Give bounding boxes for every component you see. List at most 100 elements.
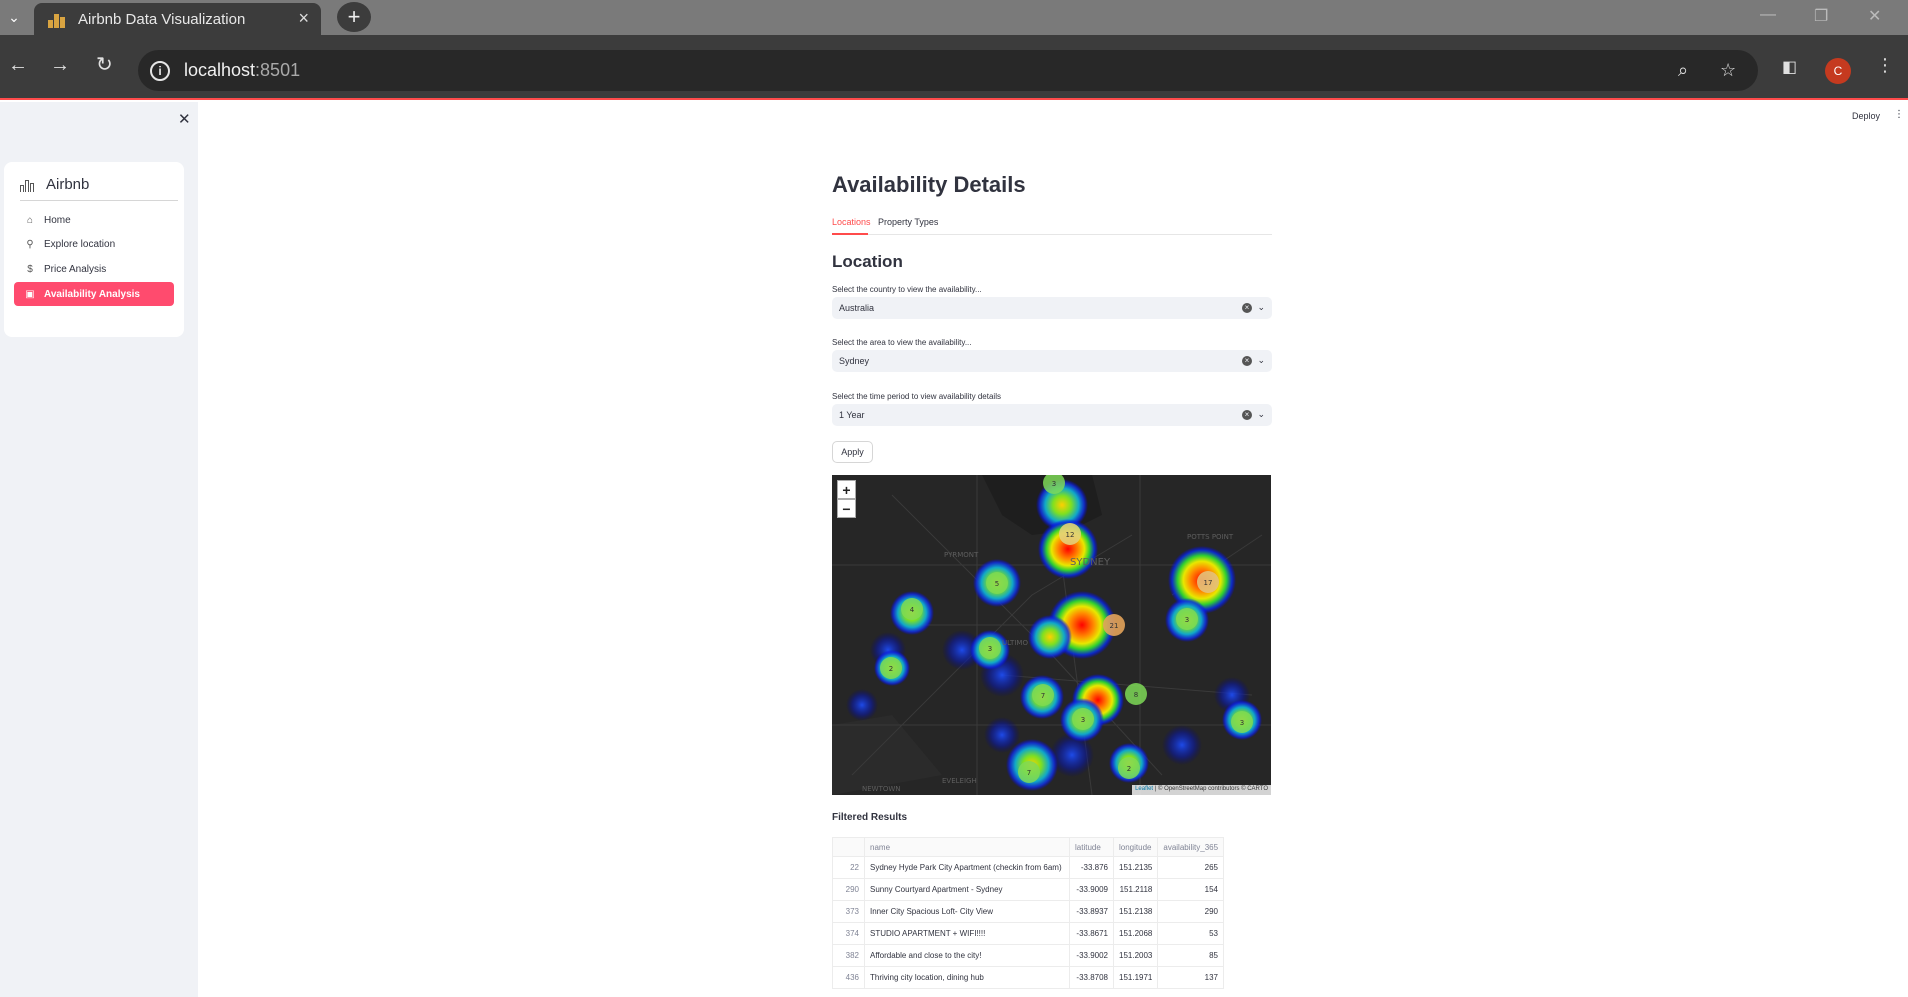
cell-longitude[interactable]: 151.2118 bbox=[1112, 878, 1159, 901]
cluster-marker[interactable]: 12 bbox=[1059, 523, 1081, 545]
chevron-down-icon[interactable]: ⌄ bbox=[1257, 355, 1265, 366]
cell-latitude[interactable]: -33.9002 bbox=[1069, 944, 1114, 967]
map-attribution: Leaflet | © OpenStreetMap contributors ©… bbox=[1132, 785, 1271, 795]
sidebar-item-price-analysis[interactable]: $ Price Analysis bbox=[14, 257, 174, 281]
tab-property-types[interactable]: Property Types bbox=[878, 217, 938, 235]
cluster-marker[interactable]: 8 bbox=[1125, 683, 1147, 705]
cluster-marker[interactable]: 3 bbox=[1072, 708, 1094, 730]
column-header-name[interactable]: name bbox=[864, 837, 1070, 857]
url-text[interactable]: localhost:8501 bbox=[184, 60, 300, 81]
back-icon[interactable]: ← bbox=[8, 55, 28, 75]
cell-name[interactable]: Inner City Spacious Loft- City View bbox=[864, 900, 1070, 923]
cluster-marker[interactable]: 2 bbox=[880, 657, 902, 679]
tab-title: Airbnb Data Visualization bbox=[78, 10, 246, 28]
restore-icon[interactable]: ❐ bbox=[1814, 6, 1828, 26]
sidebar-item-explore-location[interactable]: ⚲ Explore location bbox=[14, 232, 174, 256]
cell-name[interactable]: Sunny Courtyard Apartment - Sydney bbox=[864, 878, 1070, 901]
area-select[interactable]: Sydney × ⌄ bbox=[832, 350, 1272, 372]
table-row[interactable]: 436 Thriving city location, dining hub -… bbox=[832, 966, 1224, 989]
cell-latitude[interactable]: -33.8937 bbox=[1069, 900, 1114, 923]
forward-icon[interactable]: → bbox=[50, 55, 70, 75]
results-table[interactable]: name latitude longitude availability_365… bbox=[832, 837, 1224, 989]
row-index: 374 bbox=[832, 922, 865, 945]
option-menu: Airbnb ⌂ Home ⚲ Explore location $ Price… bbox=[4, 162, 184, 337]
cell-latitude[interactable]: -33.9009 bbox=[1069, 878, 1114, 901]
cell-latitude[interactable]: -33.8708 bbox=[1069, 966, 1114, 989]
minimize-icon[interactable]: — bbox=[1760, 6, 1776, 24]
close-tab-icon[interactable]: × bbox=[298, 9, 309, 27]
heatmap-map[interactable]: PYRMONT SYDNEY POTTS POINT ULTIMO NEWTOW… bbox=[832, 475, 1271, 795]
chevron-down-icon[interactable]: ⌄ bbox=[1257, 409, 1265, 420]
cell-availability[interactable]: 154 bbox=[1157, 878, 1224, 901]
cell-longitude[interactable]: 151.2135 bbox=[1112, 856, 1159, 879]
clear-icon[interactable]: × bbox=[1242, 356, 1252, 366]
table-row[interactable]: 374 STUDIO APARTMENT + WIFI!!!! -33.8671… bbox=[832, 922, 1224, 945]
close-sidebar-icon[interactable]: ✕ bbox=[178, 110, 191, 128]
cell-latitude[interactable]: -33.876 bbox=[1069, 856, 1114, 879]
column-header-latitude[interactable]: latitude bbox=[1069, 837, 1114, 857]
tab-locations[interactable]: Locations bbox=[832, 217, 871, 235]
tab-search-chevron-icon[interactable]: ⌄ bbox=[0, 0, 28, 35]
cell-longitude[interactable]: 151.2068 bbox=[1112, 922, 1159, 945]
cell-availability[interactable]: 85 bbox=[1157, 944, 1224, 967]
sidebar-item-home[interactable]: ⌂ Home bbox=[14, 208, 174, 232]
main-menu-icon[interactable]: ⋮ bbox=[1894, 109, 1904, 120]
bookmark-star-icon[interactable]: ☆ bbox=[1720, 60, 1736, 81]
country-select[interactable]: Australia × ⌄ bbox=[832, 297, 1272, 319]
profile-avatar[interactable]: C bbox=[1825, 58, 1851, 84]
browser-tab[interactable]: Airbnb Data Visualization × bbox=[34, 3, 321, 35]
cluster-marker[interactable]: 3 bbox=[979, 637, 1001, 659]
chevron-down-icon[interactable]: ⌄ bbox=[1257, 302, 1265, 313]
address-bar[interactable]: i localhost:8501 ⌕ ☆ bbox=[138, 50, 1758, 91]
cell-longitude[interactable]: 151.1971 bbox=[1112, 966, 1159, 989]
cell-longitude[interactable]: 151.2138 bbox=[1112, 900, 1159, 923]
apply-button[interactable]: Apply bbox=[832, 441, 873, 463]
cluster-marker[interactable]: 17 bbox=[1197, 571, 1219, 593]
cell-name[interactable]: STUDIO APARTMENT + WIFI!!!! bbox=[864, 922, 1070, 945]
zoom-in-button[interactable]: + bbox=[837, 480, 856, 499]
clear-icon[interactable]: × bbox=[1242, 303, 1252, 313]
cluster-marker[interactable]: 3 bbox=[1231, 711, 1253, 733]
column-header-longitude[interactable]: longitude bbox=[1112, 837, 1159, 857]
table-row[interactable]: 373 Inner City Spacious Loft- City View … bbox=[832, 900, 1224, 923]
cluster-marker[interactable]: 7 bbox=[1018, 761, 1040, 783]
leaflet-link[interactable]: Leaflet bbox=[1135, 786, 1153, 792]
new-tab-button[interactable]: + bbox=[337, 2, 371, 32]
cluster-marker[interactable]: 3 bbox=[1176, 608, 1198, 630]
cluster-marker[interactable]: 5 bbox=[986, 572, 1008, 594]
reload-icon[interactable]: ↻ bbox=[96, 55, 113, 75]
window-close-icon[interactable]: ✕ bbox=[1868, 6, 1881, 26]
cluster-marker[interactable]: 7 bbox=[1032, 684, 1054, 706]
sidebar-item-availability-analysis[interactable]: ▣ Availability Analysis bbox=[14, 282, 174, 306]
deploy-button[interactable]: Deploy bbox=[1852, 111, 1880, 121]
browser-toolbar: ← → ↻ i localhost:8501 ⌕ ☆ ◧ ⋮ bbox=[0, 35, 1908, 100]
cell-availability[interactable]: 265 bbox=[1157, 856, 1224, 879]
cluster-marker[interactable]: 4 bbox=[901, 598, 923, 620]
cell-availability[interactable]: 53 bbox=[1157, 922, 1224, 945]
table-row[interactable]: 22 Sydney Hyde Park City Apartment (chec… bbox=[832, 856, 1224, 879]
map-canvas[interactable]: PYRMONT SYDNEY POTTS POINT ULTIMO NEWTOW… bbox=[832, 475, 1271, 795]
zoom-out-button[interactable]: − bbox=[837, 499, 856, 518]
site-info-icon[interactable]: i bbox=[150, 60, 170, 81]
area-select-value: Sydney bbox=[839, 356, 870, 366]
period-select[interactable]: 1 Year × ⌄ bbox=[832, 404, 1272, 426]
column-header-availability[interactable]: availability_365 bbox=[1157, 837, 1224, 857]
cell-availability[interactable]: 137 bbox=[1157, 966, 1224, 989]
cell-name[interactable]: Thriving city location, dining hub bbox=[864, 966, 1070, 989]
cell-longitude[interactable]: 151.2003 bbox=[1112, 944, 1159, 967]
building-icon bbox=[20, 178, 36, 192]
place-label-eveleigh: EVELEIGH bbox=[942, 777, 977, 785]
cell-name[interactable]: Sydney Hyde Park City Apartment (checkin… bbox=[864, 856, 1070, 879]
cluster-marker[interactable]: 2 bbox=[1118, 757, 1140, 779]
table-row[interactable]: 382 Affordable and close to the city! -3… bbox=[832, 944, 1224, 967]
cell-latitude[interactable]: -33.8671 bbox=[1069, 922, 1114, 945]
cell-name[interactable]: Affordable and close to the city! bbox=[864, 944, 1070, 967]
side-panel-icon[interactable]: ◧ bbox=[1782, 57, 1797, 77]
cluster-marker[interactable]: 21 bbox=[1103, 614, 1125, 636]
zoom-icon[interactable]: ⌕ bbox=[1678, 60, 1688, 81]
clear-icon[interactable]: × bbox=[1242, 410, 1252, 420]
table-row[interactable]: 290 Sunny Courtyard Apartment - Sydney -… bbox=[832, 878, 1224, 901]
cell-availability[interactable]: 290 bbox=[1157, 900, 1224, 923]
svg-text:3: 3 bbox=[1081, 716, 1085, 724]
chrome-menu-icon[interactable]: ⋮ bbox=[1876, 55, 1894, 76]
